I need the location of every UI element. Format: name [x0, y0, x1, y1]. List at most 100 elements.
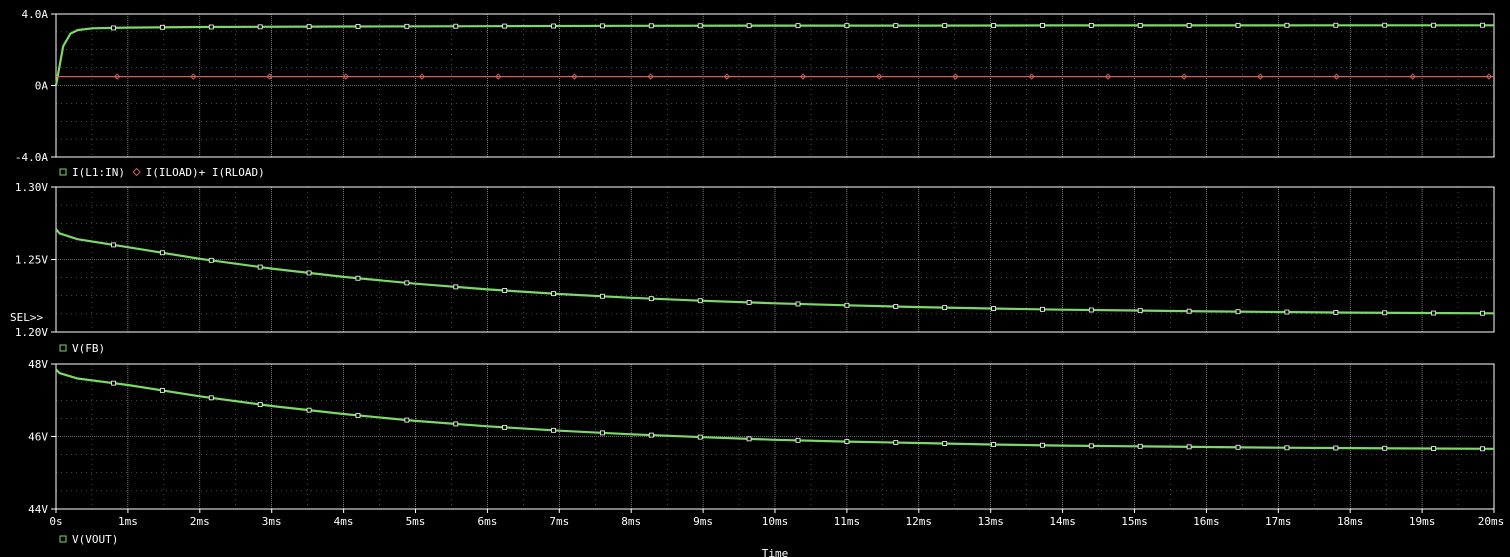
series-marker: [159, 250, 165, 256]
series-marker: [453, 23, 459, 29]
x-tick-label: 0s: [49, 515, 62, 528]
series-marker: [1431, 22, 1437, 28]
series-marker: [1186, 22, 1192, 28]
series-marker: [1186, 444, 1192, 450]
series-marker: [1137, 22, 1143, 28]
series-marker: [1186, 308, 1192, 314]
series-marker: [1431, 446, 1437, 451]
x-tick-label: 16ms: [1193, 515, 1220, 528]
series-marker: [942, 305, 948, 311]
series-marker: [844, 302, 850, 308]
plot-background: [0, 0, 1510, 557]
series-marker: [208, 257, 214, 263]
x-tick-label: 14ms: [1049, 515, 1076, 528]
y-tick-label: 4.0A: [22, 8, 49, 21]
series-marker: [1333, 310, 1339, 315]
series-marker: [648, 432, 654, 438]
series-marker: [1088, 443, 1094, 449]
x-tick-label: 9ms: [693, 515, 713, 528]
series-marker: [306, 407, 312, 413]
x-tick-label: 3ms: [262, 515, 282, 528]
series-marker: [1284, 445, 1290, 451]
series-marker: [1284, 309, 1290, 315]
series-marker: [599, 293, 605, 299]
series-marker: [502, 424, 508, 430]
series-marker: [111, 380, 116, 386]
series-marker: [991, 23, 997, 28]
series-marker: [942, 441, 948, 446]
series-marker: [551, 291, 556, 297]
x-axis-label: Time: [762, 547, 789, 557]
x-tick-label: 12ms: [906, 515, 933, 528]
x-tick-label: 4ms: [334, 515, 354, 528]
y-tick-label: 46V: [28, 431, 48, 444]
series-marker: [844, 23, 850, 29]
series-marker: [257, 24, 263, 30]
x-tick-label: 11ms: [834, 515, 861, 528]
y-tick-label: 1.30V: [15, 181, 48, 194]
series-marker: [404, 417, 410, 423]
series-marker: [648, 296, 654, 302]
series-marker: [697, 434, 703, 440]
x-tick-label: 18ms: [1337, 515, 1364, 528]
series-marker: [991, 306, 997, 312]
series-marker: [453, 284, 459, 290]
x-tick-label: 20ms: [1478, 515, 1505, 528]
series-marker: [306, 24, 312, 30]
series-marker: [1333, 22, 1339, 28]
series-marker: [551, 23, 556, 29]
series-marker: [257, 402, 263, 407]
series-marker: [1235, 444, 1241, 450]
series-marker: [1040, 23, 1045, 28]
x-tick-label: 1ms: [118, 515, 138, 528]
series-marker: [355, 24, 361, 29]
legend-entry: I(L1:IN): [72, 166, 125, 179]
series-marker: [1040, 442, 1045, 448]
y-tick-label: 0A: [35, 80, 49, 93]
x-tick-label: 15ms: [1121, 515, 1148, 528]
x-tick-label: 8ms: [621, 515, 641, 528]
x-tick-label: 13ms: [977, 515, 1004, 528]
series-marker: [893, 440, 899, 446]
series-marker: [795, 23, 801, 29]
y-tick-label: 1.25V: [15, 254, 48, 267]
series-marker: [1382, 22, 1388, 28]
x-tick-label: 17ms: [1265, 515, 1292, 528]
x-tick-label: 7ms: [549, 515, 569, 528]
series-marker: [746, 299, 752, 305]
series-marker: [942, 23, 948, 29]
series-marker: [208, 395, 214, 401]
selector-marker: SEL>>: [10, 311, 43, 324]
series-marker: [746, 23, 752, 29]
series-marker: [551, 427, 556, 433]
series-marker: [208, 24, 214, 30]
x-tick-label: 19ms: [1409, 515, 1436, 528]
series-marker: [795, 301, 801, 307]
series-marker: [1137, 308, 1143, 314]
series-marker: [1382, 445, 1388, 451]
series-marker: [599, 430, 605, 436]
series-marker: [404, 280, 410, 286]
series-marker: [1480, 446, 1485, 452]
series-marker: [306, 270, 312, 276]
legend-entry: V(FB): [72, 342, 105, 355]
y-tick-label: 44V: [28, 503, 48, 516]
series-marker: [1480, 310, 1485, 316]
series-marker: [1040, 306, 1045, 312]
series-marker: [1088, 307, 1094, 313]
series-marker: [404, 23, 410, 29]
series-marker: [1235, 22, 1241, 28]
series-marker: [502, 288, 508, 293]
series-marker: [111, 25, 116, 31]
series-marker: [648, 23, 654, 29]
x-tick-label: 2ms: [190, 515, 210, 528]
y-tick-label: -4.0A: [15, 151, 48, 164]
oscilloscope-plot: SEL>> Time 4.0A 0A -4.0A I(L1:IN) I(ILOAD)+ …: [0, 0, 1510, 557]
series-marker: [1088, 22, 1094, 28]
legend-entry: V(VOUT): [72, 533, 118, 546]
x-tick-label: 6ms: [477, 515, 497, 528]
series-marker: [159, 387, 165, 393]
series-marker: [1431, 310, 1437, 316]
series-marker: [795, 437, 801, 443]
series-marker: [599, 23, 605, 29]
